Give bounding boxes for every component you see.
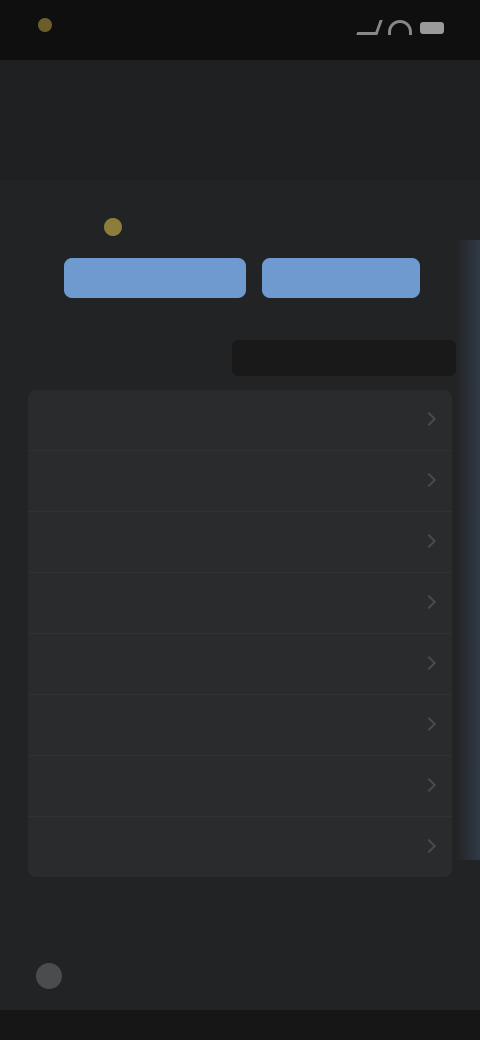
secondary-button[interactable] xyxy=(262,258,420,298)
chevron-right-icon xyxy=(421,472,437,488)
list-item[interactable] xyxy=(28,390,452,451)
list-item[interactable] xyxy=(28,817,452,877)
primary-button[interactable] xyxy=(64,258,246,298)
chevron-right-icon xyxy=(421,716,437,732)
list-item[interactable] xyxy=(28,634,452,695)
notification-dot-icon xyxy=(38,18,52,32)
signal-icon xyxy=(356,20,383,35)
status-bar xyxy=(0,0,480,60)
user-icon xyxy=(36,963,62,989)
battery-icon xyxy=(420,21,444,34)
app-screen xyxy=(0,0,480,1040)
chevron-right-icon xyxy=(421,411,437,427)
header xyxy=(0,60,480,180)
settings-list xyxy=(28,390,452,877)
warning-icon xyxy=(104,218,122,236)
list-item[interactable] xyxy=(28,695,452,756)
wifi-icon xyxy=(388,20,412,35)
list-item[interactable] xyxy=(28,756,452,817)
list-item[interactable] xyxy=(28,512,452,573)
list-item[interactable] xyxy=(28,573,452,634)
side-panel-edge xyxy=(456,240,480,860)
chevron-right-icon xyxy=(421,838,437,854)
banner-message xyxy=(96,218,122,236)
chevron-right-icon xyxy=(421,777,437,793)
list-item[interactable] xyxy=(28,451,452,512)
overlay-panel xyxy=(232,340,456,376)
banner xyxy=(36,196,444,336)
status-right xyxy=(356,20,444,35)
chevron-right-icon xyxy=(421,533,437,549)
bottom-bar xyxy=(0,1010,480,1040)
chevron-right-icon xyxy=(421,594,437,610)
chevron-right-icon xyxy=(421,655,437,671)
status-left xyxy=(38,18,60,32)
footer-row[interactable] xyxy=(36,948,444,1004)
